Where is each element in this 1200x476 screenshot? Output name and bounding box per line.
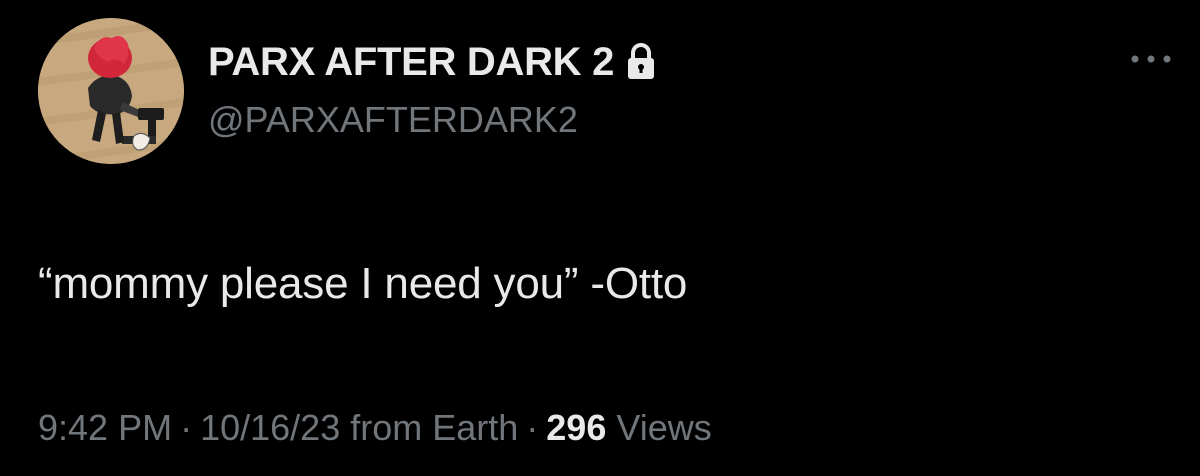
display-name[interactable]: PARX AFTER DARK 2 [208, 38, 614, 86]
tweet-date[interactable]: 10/16/23 [200, 407, 340, 448]
views-count[interactable]: 296 [546, 407, 606, 448]
avatar-image [38, 18, 184, 164]
tweet-card: PARX AFTER DARK 2 @PARXAFTERDARK2 “mommy… [0, 0, 1200, 476]
author-block: PARX AFTER DARK 2 @PARXAFTERDARK2 [208, 38, 658, 142]
more-horizontal-icon [1131, 55, 1171, 63]
lock-icon [624, 42, 658, 82]
meta-separator: · [526, 407, 539, 448]
tweet-metadata: 9:42 PM · 10/16/23 from Earth · 296 Views [38, 404, 712, 452]
tweet-source: from Earth [350, 407, 519, 448]
avatar[interactable] [38, 18, 184, 164]
views-label: Views [616, 407, 712, 448]
meta-separator: · [180, 407, 193, 448]
name-row: PARX AFTER DARK 2 [208, 38, 658, 86]
more-options-button[interactable] [1126, 44, 1176, 74]
user-handle[interactable]: @PARXAFTERDARK2 [208, 98, 658, 142]
tweet-text: “mommy please I need you” -Otto [38, 259, 688, 308]
tweet-time[interactable]: 9:42 PM [38, 407, 172, 448]
